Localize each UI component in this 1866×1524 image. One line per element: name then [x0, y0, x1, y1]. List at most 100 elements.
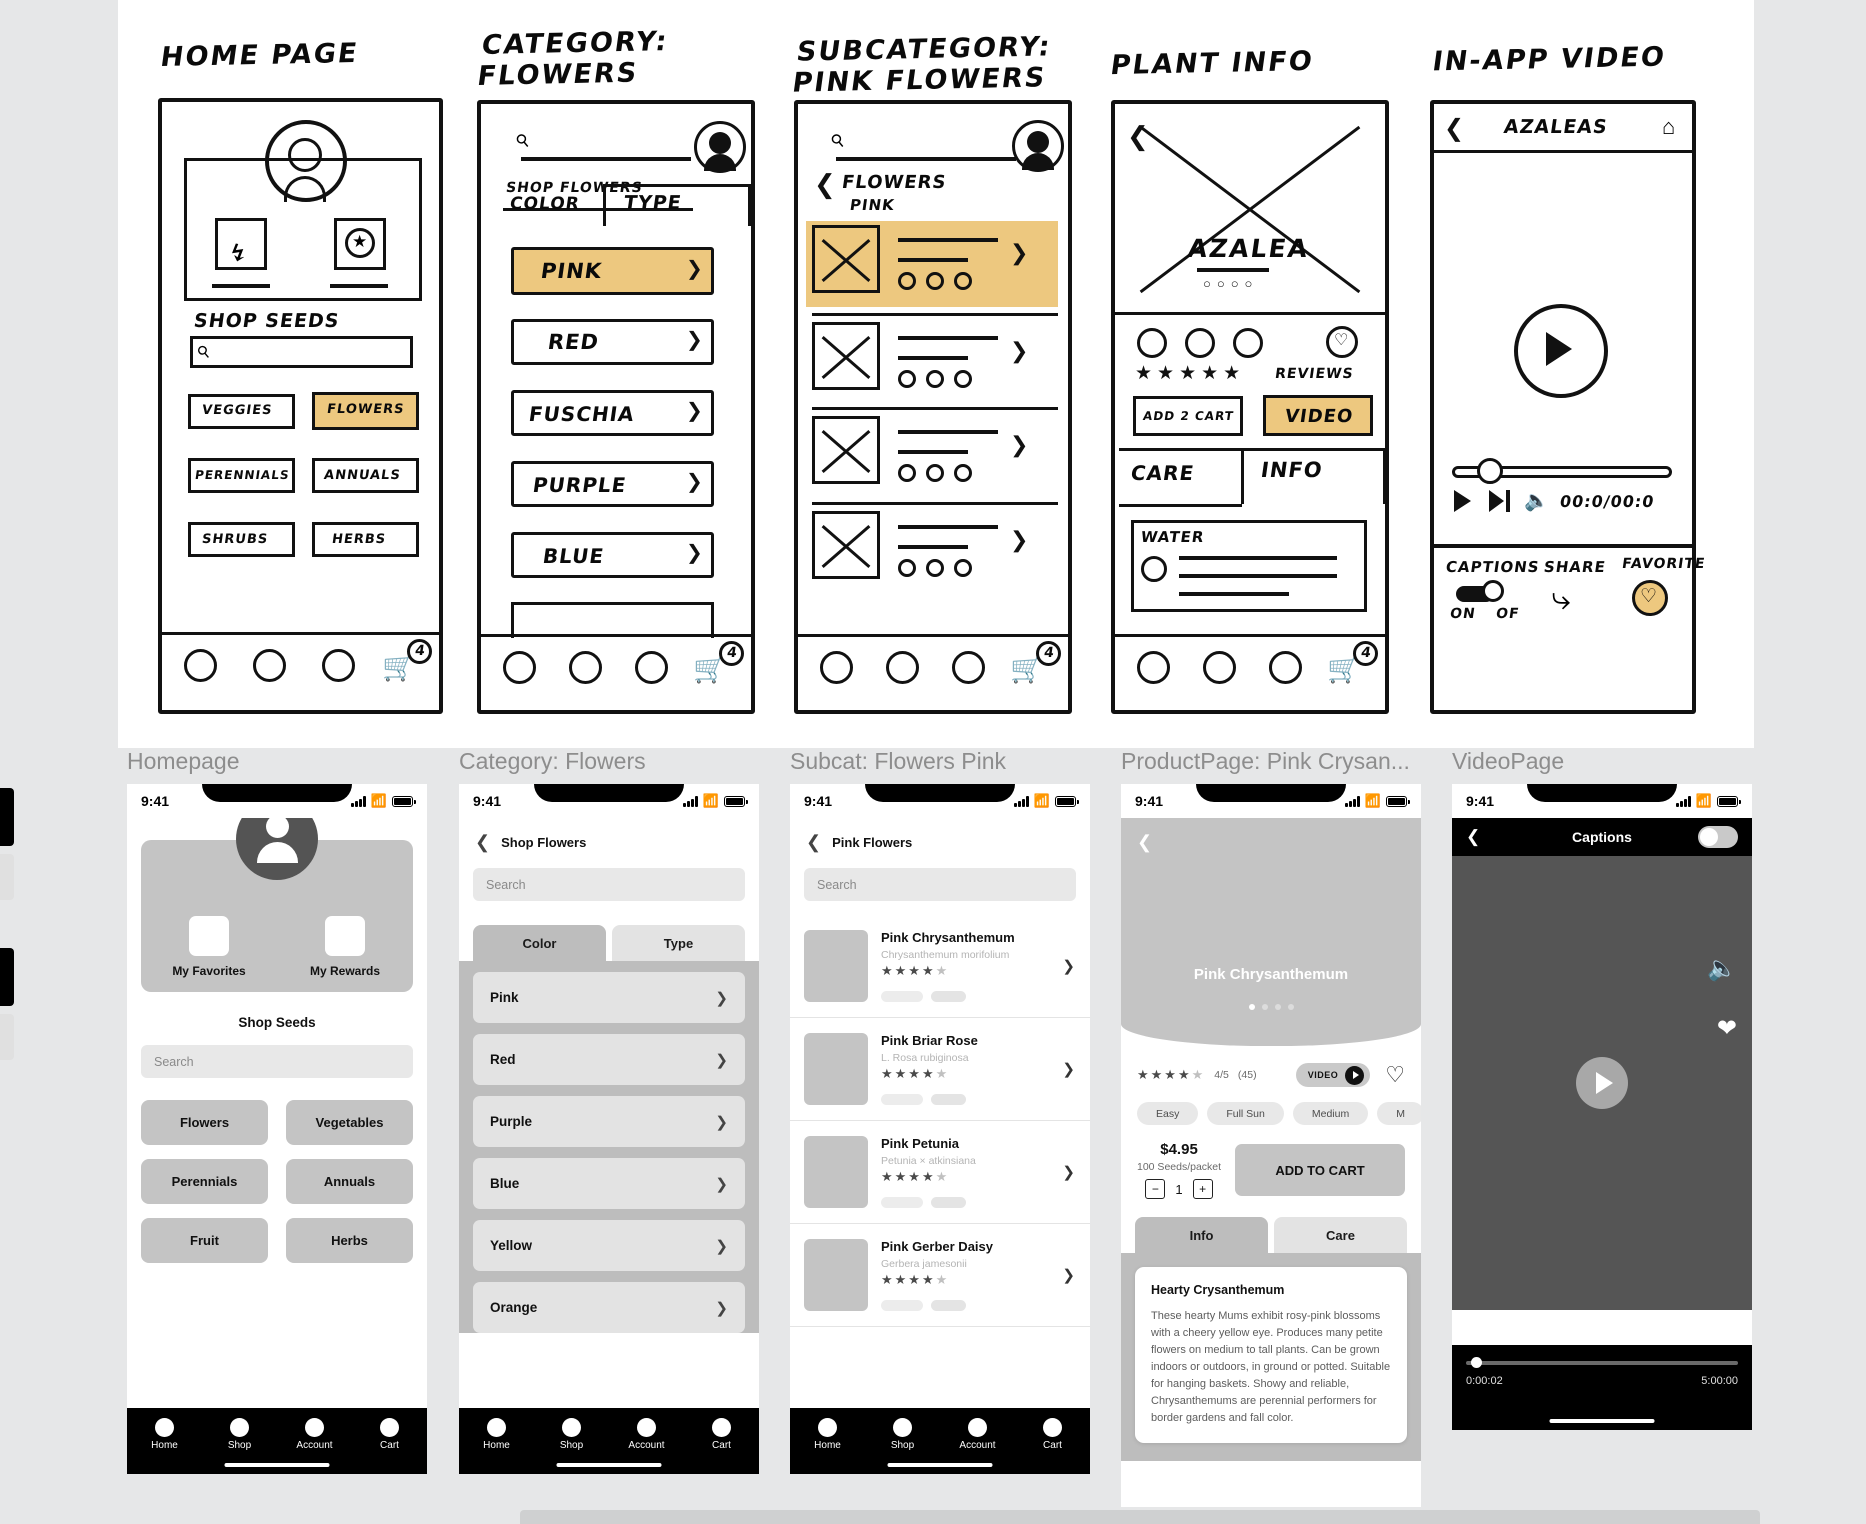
back-chevron-icon[interactable]: ❮ [814, 170, 836, 200]
avatar[interactable] [236, 818, 318, 880]
back-chevron-icon[interactable]: ❮ [1127, 122, 1149, 152]
color-row-pink[interactable]: Pink ❯ [473, 972, 745, 1023]
category-button-fruit[interactable]: Fruit [141, 1218, 268, 1263]
sketch-toggle-knob[interactable] [1482, 580, 1504, 602]
tab-cart[interactable]: Cart [352, 1418, 427, 1451]
sketch-tab-shop-icon[interactable] [569, 651, 602, 684]
video-stage[interactable]: 🔈 ❤ [1452, 856, 1752, 1310]
captions-toggle[interactable] [1698, 826, 1738, 848]
product-tag-medium[interactable]: Medium [1292, 1102, 1369, 1125]
sketch-tab-shop-icon[interactable] [886, 651, 919, 684]
back-chevron-icon[interactable]: ❮ [1444, 114, 1464, 142]
play-icon[interactable] [1454, 490, 1471, 512]
plant-list-item[interactable]: Pink Gerber Daisy Gerbera jamesonii ★★★★… [790, 1224, 1090, 1327]
chevron-right-icon[interactable]: ❯ [1010, 241, 1028, 266]
sketch-thumb-dot-2[interactable] [1185, 328, 1215, 358]
sketch-tab-shop-icon[interactable] [253, 649, 286, 682]
search-input[interactable]: Search [141, 1045, 413, 1078]
tab-info[interactable]: Info [1135, 1217, 1268, 1253]
sketch-thumb-dot-1[interactable] [1137, 328, 1167, 358]
quantity-increment-button[interactable]: + [1192, 1179, 1213, 1199]
back-chevron-icon[interactable]: ❮ [806, 832, 821, 853]
carousel-dot[interactable] [1261, 1004, 1268, 1010]
tab-home[interactable]: Home [459, 1418, 534, 1451]
plant-list-item[interactable]: Pink Chrysanthemum Chrysanthemum morifol… [790, 915, 1090, 1018]
hero-tile-favorites[interactable]: My Favorites [155, 916, 264, 978]
search-input[interactable]: Search [804, 868, 1076, 901]
tab-color[interactable]: Color [473, 925, 606, 961]
product-tag-partial[interactable]: M [1377, 1102, 1421, 1125]
category-button-vegetables[interactable]: Vegetables [286, 1100, 413, 1145]
chevron-right-icon[interactable]: ❯ [1010, 528, 1028, 553]
tab-shop[interactable]: Shop [534, 1418, 609, 1451]
sketch-tab-home-icon[interactable] [503, 651, 536, 684]
color-row-purple[interactable]: Purple ❯ [473, 1096, 745, 1147]
back-chevron-icon[interactable]: ❮ [1137, 832, 1152, 853]
volume-icon[interactable]: 🔈 [1524, 488, 1549, 513]
plant-list-item[interactable]: Pink Petunia Petunia × atkinsiana ★★★★★ … [790, 1121, 1090, 1224]
sketch-search-field-home[interactable] [190, 336, 413, 368]
volume-icon[interactable]: 🔈 [1707, 954, 1737, 983]
plant-list-item[interactable]: Pink Briar Rose L. Rosa rubiginosa ★★★★★… [790, 1018, 1090, 1121]
tab-cart[interactable]: Cart [1015, 1418, 1090, 1451]
color-row-orange[interactable]: Orange ❯ [473, 1282, 745, 1333]
tab-account[interactable]: Account [940, 1418, 1015, 1451]
sketch-tab-home-icon[interactable] [820, 651, 853, 684]
carousel-dot[interactable] [1274, 1004, 1281, 1010]
sketch-row-blue[interactable] [511, 532, 714, 578]
skip-next-icon[interactable] [1489, 490, 1504, 512]
chevron-right-icon[interactable]: ❯ [1010, 339, 1028, 364]
play-button[interactable] [1576, 1057, 1628, 1109]
carousel-dot[interactable] [1287, 1004, 1294, 1010]
color-row-blue[interactable]: Blue ❯ [473, 1158, 745, 1209]
product-tag-easy[interactable]: Easy [1137, 1102, 1199, 1125]
sketch-search-underline-sub[interactable] [836, 157, 1016, 161]
carousel-dot[interactable] [1248, 1004, 1255, 1010]
tab-type[interactable]: Type [612, 925, 745, 961]
chevron-right-icon[interactable]: ❯ [1010, 433, 1028, 458]
share-icon[interactable]: ⤷ [1551, 580, 1571, 618]
scrubber-knob[interactable] [1471, 1357, 1483, 1368]
sketch-tab-shop-icon[interactable] [1203, 651, 1236, 684]
category-button-annuals[interactable]: Annuals [286, 1159, 413, 1204]
category-button-herbs[interactable]: Herbs [286, 1218, 413, 1263]
tab-account[interactable]: Account [609, 1418, 684, 1451]
side-tab-light-2[interactable] [0, 1014, 14, 1060]
category-button-flowers[interactable]: Flowers [141, 1100, 268, 1145]
video-chip-button[interactable]: VIDEO [1295, 1063, 1371, 1087]
side-tab-dark-2[interactable] [0, 948, 14, 1006]
sketch-row-red[interactable] [511, 319, 714, 365]
sketch-tab-home-icon[interactable] [184, 649, 217, 682]
sketch-thumb-dot-3[interactable] [1233, 328, 1263, 358]
sketch-row-next-partial[interactable] [511, 602, 714, 638]
category-button-perennials[interactable]: Perennials [141, 1159, 268, 1204]
home-icon[interactable]: ⌂ [1662, 114, 1675, 140]
tab-account[interactable]: Account [277, 1418, 352, 1451]
add-to-cart-button[interactable]: ADD TO CART [1235, 1144, 1405, 1196]
sketch-tab-home-icon[interactable] [1137, 651, 1170, 684]
tab-cart[interactable]: Cart [684, 1418, 759, 1451]
color-row-yellow[interactable]: Yellow ❯ [473, 1220, 745, 1271]
tab-shop[interactable]: Shop [865, 1418, 940, 1451]
side-tab-dark-1[interactable] [0, 788, 14, 846]
heart-icon[interactable]: ♡ [1385, 1062, 1405, 1088]
side-tab-light-1[interactable] [0, 854, 14, 900]
tab-home[interactable]: Home [127, 1418, 202, 1451]
video-scrubber[interactable] [1466, 1357, 1738, 1368]
quantity-decrement-button[interactable]: − [1145, 1179, 1166, 1199]
back-chevron-icon[interactable]: ❮ [475, 832, 490, 853]
hero-tile-rewards[interactable]: My Rewards [291, 916, 400, 978]
sketch-tab-account-icon[interactable] [635, 651, 668, 684]
sketch-tab-account-icon[interactable] [1269, 651, 1302, 684]
tab-care[interactable]: Care [1274, 1217, 1407, 1253]
tab-shop[interactable]: Shop [202, 1418, 277, 1451]
sketch-tab-account-icon[interactable] [952, 651, 985, 684]
tab-home[interactable]: Home [790, 1418, 865, 1451]
sketch-scrubber-knob[interactable] [1477, 458, 1503, 484]
search-input[interactable]: Search [473, 868, 745, 901]
color-row-red[interactable]: Red ❯ [473, 1034, 745, 1085]
product-tag-full-sun[interactable]: Full Sun [1207, 1102, 1284, 1125]
heart-icon[interactable]: ❤ [1717, 1014, 1737, 1043]
sketch-search-underline-cat[interactable] [521, 157, 691, 161]
sketch-tab-account-icon[interactable] [322, 649, 355, 682]
